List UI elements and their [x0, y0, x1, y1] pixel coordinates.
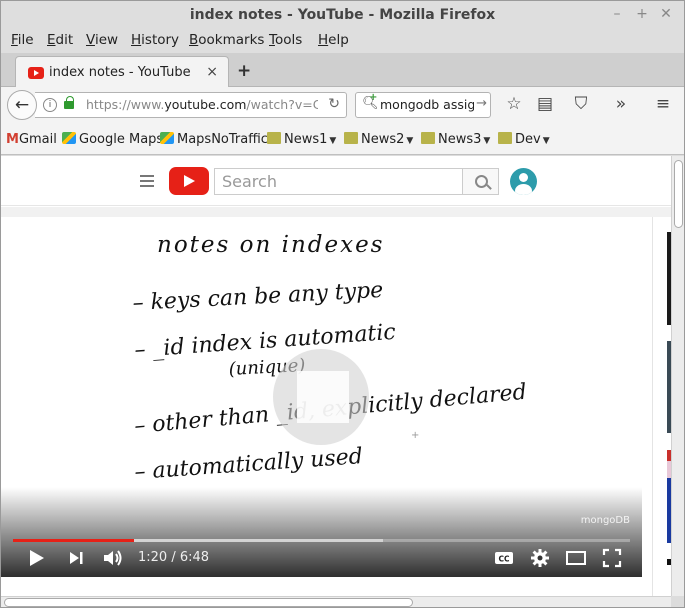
search-go-icon[interactable]: → — [476, 96, 487, 111]
minimize-icon[interactable]: – — [608, 5, 626, 23]
menu-bar: File Edit View History Bookmarks Tools H… — [1, 29, 684, 53]
back-button[interactable]: ← — [7, 90, 37, 120]
lock-icon[interactable] — [64, 96, 74, 109]
menu-view[interactable]: View — [86, 32, 118, 48]
fullscreen-icon[interactable] — [601, 547, 623, 569]
vertical-scroll-thumb[interactable] — [674, 160, 683, 228]
new-tab-button[interactable]: + — [237, 61, 251, 81]
theater-mode-icon[interactable] — [565, 547, 587, 569]
chevron-down-icon: ▼ — [542, 136, 550, 146]
search-placeholder: Search — [222, 172, 277, 191]
tab-strip: index notes - YouTube × + — [1, 53, 684, 88]
url-text[interactable]: https://www.youtube.com/watch?v=C — [86, 97, 318, 112]
folder-icon — [267, 132, 281, 144]
captions-label: CC — [498, 555, 510, 564]
search-bar[interactable]: 🔍︎ + mongodb assign → — [355, 92, 491, 118]
avatar[interactable] — [510, 168, 537, 195]
title-bar: index notes - YouTube - Mozilla Firefox … — [1, 1, 684, 29]
play-overlay-icon[interactable] — [273, 349, 369, 445]
youtube-logo[interactable] — [169, 167, 209, 195]
horizontal-scroll-thumb[interactable] — [4, 598, 413, 607]
bookmark-folder-dev[interactable]: Dev ▼ — [498, 132, 550, 147]
mongodb-watermark: mongoDB — [580, 515, 630, 526]
time-display: 1:20 / 6:48 — [138, 550, 210, 565]
youtube-favicon-icon — [28, 67, 44, 79]
related-videos-column — [652, 217, 672, 596]
maps-icon — [62, 132, 76, 144]
search-field-value[interactable]: mongodb assign — [380, 97, 474, 112]
menu-history[interactable]: History — [131, 32, 179, 48]
url-bar[interactable]: i https://www.youtube.com/watch?v=C ↻ — [35, 92, 347, 118]
player-top-band — [1, 207, 671, 217]
horizontal-scrollbar[interactable] — [1, 596, 671, 607]
bookmark-folder-news1[interactable]: News1 ▼ — [267, 132, 336, 147]
overflow-icon[interactable]: » — [610, 94, 632, 114]
notes-line-4: – automatically used — [134, 444, 364, 485]
menu-file[interactable]: File — [11, 32, 34, 48]
tab-youtube[interactable]: index notes - YouTube × — [15, 56, 229, 88]
bookmark-folder-news2[interactable]: News2 ▼ — [344, 132, 413, 147]
navigation-bar: i https://www.youtube.com/watch?v=C ↻ ← … — [1, 87, 684, 125]
menu-bookmarks[interactable]: Bookmarks — [189, 32, 264, 48]
cursor-crosshair-icon: + — [411, 430, 419, 441]
chevron-down-icon: ▼ — [406, 136, 414, 146]
folder-icon — [421, 132, 435, 144]
page-content: Search notes on indexes – keys can be an… — [1, 156, 672, 596]
notes-line-1: – keys can be any type — [132, 278, 384, 316]
menu-edit[interactable]: Edit — [47, 32, 73, 48]
progress-bar[interactable] — [13, 539, 630, 542]
youtube-header: Search — [1, 156, 671, 206]
notes-title: notes on indexes — [157, 232, 385, 258]
chevron-down-icon: ▼ — [483, 136, 491, 146]
bookmarks-toolbar: MGmail Google Maps MapsNoTraffic News1 ▼ … — [1, 125, 684, 155]
close-window-icon[interactable]: ✕ — [657, 5, 675, 23]
progress-played — [13, 539, 134, 542]
youtube-search-button[interactable] — [462, 168, 499, 195]
folder-icon — [344, 132, 358, 144]
tab-close-icon[interactable]: × — [206, 64, 218, 80]
add-search-engine-icon: + — [369, 92, 378, 103]
bookmark-mapsnotraffic[interactable]: MapsNoTraffic — [160, 132, 268, 147]
browser-window: index notes - YouTube - Mozilla Firefox … — [0, 0, 685, 608]
chevron-down-icon: ▼ — [329, 136, 337, 146]
menu-help[interactable]: Help — [318, 32, 349, 48]
gmail-icon: M — [6, 132, 19, 147]
maps-icon — [160, 132, 174, 144]
menu-icon[interactable]: ≡ — [652, 94, 674, 114]
info-icon[interactable]: i — [43, 98, 57, 112]
video-player[interactable]: notes on indexes – keys can be any type … — [1, 217, 642, 577]
bookmark-folder-news3[interactable]: News3 ▼ — [421, 132, 490, 147]
menu-tools[interactable]: Tools — [269, 32, 302, 48]
pocket-icon[interactable]: ⛉ — [570, 94, 592, 114]
reader-list-icon[interactable]: ▤ — [534, 94, 556, 114]
guide-menu-icon[interactable] — [140, 175, 154, 187]
maximize-icon[interactable]: + — [633, 5, 651, 23]
youtube-search-input[interactable]: Search — [214, 168, 463, 195]
bookmark-gmail[interactable]: MGmail — [6, 132, 57, 147]
captions-icon[interactable]: CC — [494, 547, 514, 569]
folder-icon — [498, 132, 512, 144]
vertical-scrollbar[interactable] — [671, 156, 684, 596]
volume-icon[interactable] — [102, 547, 124, 569]
star-icon[interactable]: ☆ — [503, 94, 525, 114]
bookmark-google-maps[interactable]: Google Maps — [62, 132, 163, 147]
settings-gear-icon[interactable] — [530, 547, 550, 569]
next-icon[interactable] — [68, 547, 86, 569]
window-title: index notes - YouTube - Mozilla Firefox — [189, 7, 496, 23]
reload-icon[interactable]: ↻ — [328, 96, 340, 112]
play-icon[interactable] — [28, 547, 46, 569]
tab-label: index notes - YouTube — [49, 65, 191, 80]
